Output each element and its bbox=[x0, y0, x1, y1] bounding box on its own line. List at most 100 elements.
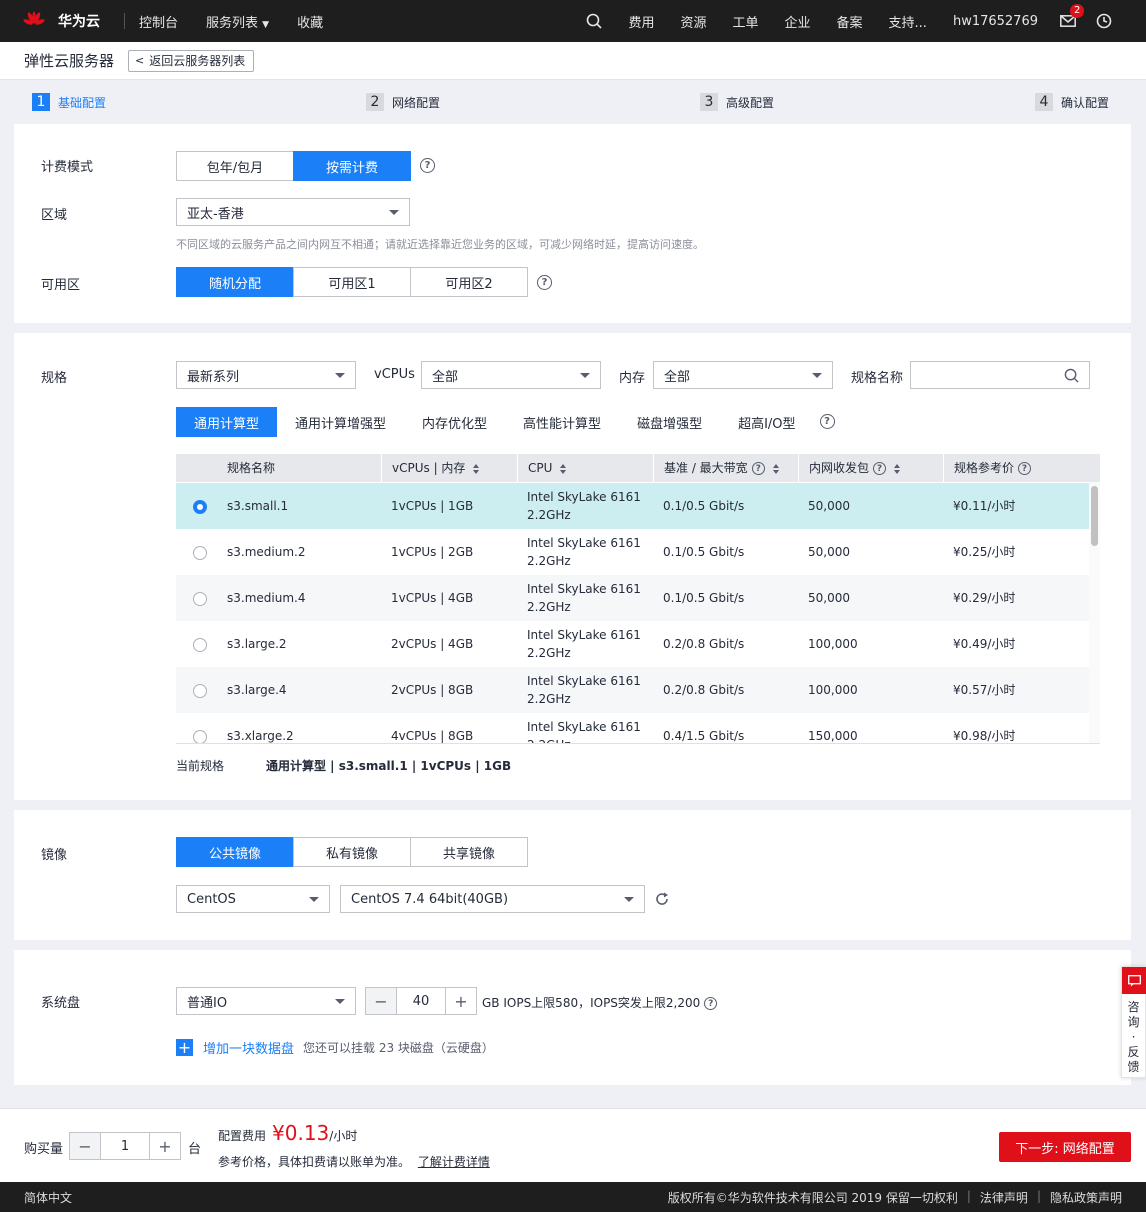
refresh-icon[interactable] bbox=[654, 891, 670, 907]
row-radio[interactable] bbox=[193, 730, 207, 743]
col-vcpus-memory[interactable]: vCPUs | 内存 bbox=[381, 454, 480, 482]
billing-option-ondemand[interactable]: 按需计费 bbox=[293, 151, 411, 181]
table-row[interactable]: s3.small.1 1vCPUs | 1GB Intel SkyLake 61… bbox=[176, 483, 1089, 529]
step-advanced-config[interactable]: 3 高级配置 bbox=[700, 93, 774, 111]
next-network-config-button[interactable]: 下一步: 网络配置 bbox=[999, 1132, 1131, 1162]
disk-type-value: 普通IO bbox=[187, 995, 228, 1011]
billing-help-icon[interactable]: ? bbox=[420, 158, 435, 173]
az-option-1[interactable]: 可用区1 bbox=[293, 267, 411, 297]
step-basic-config[interactable]: 1 基础配置 bbox=[32, 93, 106, 111]
legal-link[interactable]: 法律声明 bbox=[980, 1189, 1028, 1206]
table-scrollbar[interactable] bbox=[1089, 482, 1100, 743]
search-icon[interactable] bbox=[586, 13, 603, 29]
image-option-shared[interactable]: 共享镜像 bbox=[410, 837, 528, 867]
cell-bandwidth: 0.1/0.5 Gbit/s bbox=[663, 545, 745, 559]
tab-ultra-io[interactable]: 超高I/O型 bbox=[720, 407, 813, 437]
disk-type-select[interactable]: 普通IO bbox=[176, 987, 356, 1015]
pricing-details-link[interactable]: 了解计费详情 bbox=[418, 1155, 490, 1169]
table-row[interactable]: s3.xlarge.2 4vCPUs | 8GB Intel SkyLake 6… bbox=[176, 713, 1089, 743]
memory-select[interactable]: 全部 bbox=[653, 361, 833, 389]
sort-icon bbox=[894, 463, 901, 474]
row-radio[interactable] bbox=[193, 684, 207, 698]
vcpus-value: 全部 bbox=[432, 369, 459, 385]
feedback-tab[interactable]: 咨询·反馈 bbox=[1121, 966, 1146, 1078]
cell-cpu: Intel SkyLake 6161 2.2GHz bbox=[517, 529, 641, 575]
cell-price: ¥0.29/小时 bbox=[953, 591, 1016, 605]
cell-vcpus-memory: 2vCPUs | 8GB bbox=[391, 683, 474, 697]
step-network-config[interactable]: 2 网络配置 bbox=[366, 93, 440, 111]
clock-icon[interactable] bbox=[1096, 13, 1112, 29]
cell-cpu: Intel SkyLake 6161 2.2GHz bbox=[517, 713, 641, 743]
az-help-icon[interactable]: ? bbox=[537, 275, 552, 290]
table-row[interactable]: s3.large.2 2vCPUs | 4GB Intel SkyLake 61… bbox=[176, 621, 1089, 667]
nav-favorites[interactable]: 收藏 bbox=[297, 12, 323, 31]
tab-general-compute[interactable]: 通用计算型 bbox=[176, 407, 278, 437]
increment-button[interactable]: + bbox=[150, 1133, 180, 1159]
cpu-model: Intel SkyLake 6161 bbox=[527, 720, 641, 734]
add-data-disk-button[interactable]: + 增加一块数据盘 bbox=[176, 1038, 294, 1057]
os-select[interactable]: CentOS bbox=[176, 885, 330, 913]
language-selector[interactable]: 简体中文 bbox=[24, 1189, 72, 1206]
nav-billing[interactable]: 费用 bbox=[628, 12, 654, 31]
table-row[interactable]: s3.medium.4 1vCPUs | 4GB Intel SkyLake 6… bbox=[176, 575, 1089, 621]
step-number: 2 bbox=[366, 93, 384, 111]
cell-name: s3.large.4 bbox=[227, 683, 287, 697]
huawei-logo[interactable]: 华为云 bbox=[22, 9, 116, 33]
series-select[interactable]: 最新系列 bbox=[176, 361, 356, 389]
row-radio[interactable] bbox=[193, 546, 207, 560]
step-number: 3 bbox=[700, 93, 718, 111]
region-hint: 不同区域的云服务产品之间内网互不相通；请就近选择靠近您业务的区域，可减少网络时延… bbox=[176, 238, 704, 251]
back-to-list-button[interactable]: < 返回云服务器列表 bbox=[128, 49, 255, 72]
row-radio[interactable] bbox=[193, 500, 207, 514]
feedback-label: 咨询·反馈 bbox=[1127, 1000, 1140, 1074]
increment-button[interactable]: + bbox=[446, 988, 476, 1014]
privacy-link[interactable]: 隐私政策声明 bbox=[1050, 1189, 1122, 1206]
nav-username[interactable]: hw17652769 bbox=[953, 14, 1038, 29]
flavor-help-icon[interactable]: ? bbox=[819, 414, 835, 429]
col-vcpus-memory-label: vCPUs | 内存 bbox=[392, 461, 466, 475]
os-version-select[interactable]: CentOS 7.4 64bit(40GB) bbox=[340, 885, 645, 913]
col-bandwidth[interactable]: 基准 / 最大带宽? bbox=[653, 454, 780, 482]
scrollbar-thumb[interactable] bbox=[1091, 486, 1098, 546]
col-pps[interactable]: 内网收发包? bbox=[798, 454, 901, 482]
decrement-button[interactable]: − bbox=[366, 988, 396, 1014]
help-icon[interactable]: ? bbox=[1018, 462, 1032, 475]
tab-general-compute-plus[interactable]: 通用计算增强型 bbox=[277, 407, 404, 437]
nav-enterprise[interactable]: 企业 bbox=[785, 12, 811, 31]
az-option-2[interactable]: 可用区2 bbox=[410, 267, 528, 297]
nav-console[interactable]: 控制台 bbox=[139, 12, 178, 31]
region-select[interactable]: 亚太-香港 bbox=[176, 198, 410, 226]
mail-button[interactable]: 2 bbox=[1060, 0, 1085, 42]
vcpus-select[interactable]: 全部 bbox=[421, 361, 601, 389]
help-icon[interactable]: ? bbox=[751, 462, 765, 475]
flavor-name-input[interactable] bbox=[917, 363, 1057, 387]
cpu-freq: 2.2GHz bbox=[527, 554, 571, 568]
tab-memory-optimized[interactable]: 内存优化型 bbox=[404, 407, 505, 437]
system-disk-card: 系统盘 普通IO − 40 + GB IOPS上限580，IOPS突发上限2,2… bbox=[14, 950, 1131, 1085]
decrement-button[interactable]: − bbox=[70, 1133, 100, 1159]
az-option-random[interactable]: 随机分配 bbox=[176, 267, 294, 297]
table-row[interactable]: s3.large.4 2vCPUs | 8GB Intel SkyLake 61… bbox=[176, 667, 1089, 713]
help-icon[interactable]: ? bbox=[873, 462, 887, 475]
table-row[interactable]: s3.medium.2 1vCPUs | 2GB Intel SkyLake 6… bbox=[176, 529, 1089, 575]
row-radio[interactable] bbox=[193, 592, 207, 606]
image-option-private[interactable]: 私有镜像 bbox=[293, 837, 411, 867]
nav-resources[interactable]: 资源 bbox=[680, 12, 706, 31]
nav-service-list[interactable]: 服务列表 ▼ bbox=[206, 12, 269, 31]
image-option-public[interactable]: 公共镜像 bbox=[176, 837, 294, 867]
search-icon[interactable] bbox=[1064, 368, 1079, 383]
disk-help-icon[interactable]: ? bbox=[704, 997, 718, 1010]
step-confirm-config[interactable]: 4 确认配置 bbox=[1035, 93, 1109, 111]
col-cpu[interactable]: CPU bbox=[517, 454, 567, 482]
region-label: 区域 bbox=[41, 208, 68, 223]
flavor-type-tabs: 通用计算型 通用计算增强型 内存优化型 高性能计算型 磁盘增强型 超高I/O型 … bbox=[176, 407, 835, 437]
nav-icp[interactable]: 备案 bbox=[837, 12, 863, 31]
quantity-value[interactable]: 1 bbox=[100, 1133, 150, 1159]
nav-support[interactable]: 支持... bbox=[889, 12, 927, 31]
billing-option-monthly[interactable]: 包年/包月 bbox=[176, 151, 294, 181]
tab-high-performance[interactable]: 高性能计算型 bbox=[505, 407, 619, 437]
nav-tickets[interactable]: 工单 bbox=[733, 12, 759, 31]
disk-size-value[interactable]: 40 bbox=[396, 988, 446, 1014]
tab-disk-intensive[interactable]: 磁盘增强型 bbox=[619, 407, 720, 437]
row-radio[interactable] bbox=[193, 638, 207, 652]
